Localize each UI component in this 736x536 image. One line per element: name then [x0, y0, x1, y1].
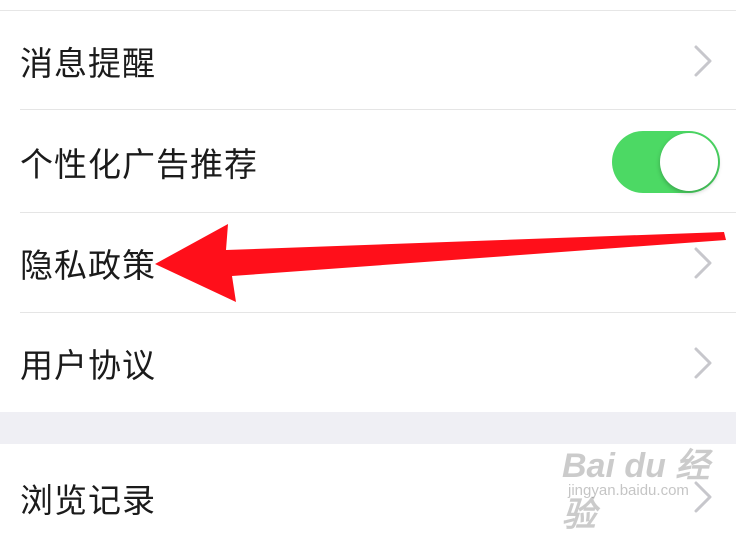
settings-item-personalized-ads[interactable]: 个性化广告推荐 — [0, 110, 736, 213]
settings-item-label: 个性化广告推荐 — [20, 144, 258, 184]
chevron-right-icon — [690, 246, 716, 280]
settings-item-label: 消息提醒 — [20, 43, 156, 83]
settings-item-user-agreement[interactable]: 用户协议 — [0, 313, 736, 412]
settings-item-label: 隐私政策 — [20, 246, 156, 285]
chevron-right-icon — [690, 346, 716, 380]
baidu-jingyan-watermark: Bai du 经验 jingyan.baidu.com — [562, 438, 732, 534]
top-divider — [0, 0, 736, 11]
settings-item-label: 浏览记录 — [20, 481, 156, 520]
toggle-knob — [660, 132, 718, 191]
watermark-url: jingyan.baidu.com — [568, 482, 689, 499]
settings-item-privacy-policy[interactable]: 隐私政策 — [0, 213, 736, 313]
settings-item-label: 用户协议 — [20, 345, 156, 385]
settings-item-message-notifications[interactable]: 消息提醒 — [0, 11, 736, 110]
personalized-ads-toggle[interactable] — [612, 130, 720, 193]
chevron-right-icon — [690, 44, 716, 78]
